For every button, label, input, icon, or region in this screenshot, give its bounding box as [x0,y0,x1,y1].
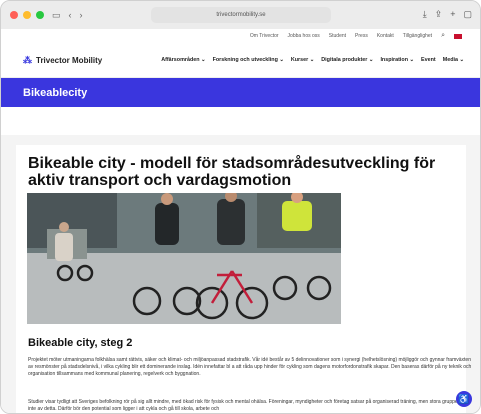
language-flag-icon[interactable] [454,33,462,39]
nav-label: Forskning och utveckling [212,57,278,63]
download-icon[interactable]: ⤓ [423,9,427,20]
nav-item-digitala[interactable]: Digitala produkter ⌄ [321,57,373,63]
nav-label: Inspiration [380,57,408,63]
minimize-window-button[interactable] [23,11,31,19]
logo-mark-icon: ⁂ [23,54,32,65]
nav-item-kurser[interactable]: Kurser ⌄ [291,57,314,63]
tabs-overview-icon[interactable]: ▢ [463,9,472,20]
nav-item-media[interactable]: Media ⌄ [443,57,464,63]
page-title: Bikeable city - modell för stadsområdesu… [28,155,436,189]
browser-actions: ⤓ ⇪ + ▢ [423,9,472,20]
nav-item-inspiration[interactable]: Inspiration ⌄ [380,57,414,63]
section-title: Bikeable city, steg 2 [28,337,133,349]
new-tab-icon[interactable]: + [450,9,455,20]
webpage: Om Trivector Jobba hos oss Student Press… [1,29,480,413]
content-area: Bikeable city - modell för stadsområdesu… [1,135,480,413]
article-card: Bikeable city - modell för stadsområdesu… [16,145,471,413]
nav-item-event[interactable]: Event [421,57,436,63]
browser-window: ▭ ‹ › trivectormobility.se ⤓ ⇪ + ▢ Om Tr… [0,0,481,414]
banner-title: Bikeablecity [23,86,88,99]
share-icon[interactable]: ⇪ [435,9,443,20]
utility-link-jobba[interactable]: Jobba hos oss [288,33,320,39]
accessibility-button[interactable]: ♿ [456,391,472,407]
nav-menu: Affärsområden ⌄ Forskning och utveckling… [161,57,464,63]
utility-bar: Om Trivector Jobba hos oss Student Press… [1,29,480,43]
utility-link-kontakt[interactable]: Kontakt [377,33,394,39]
hero-illustration [27,193,341,324]
paragraph-2: Studier visar tydligt att Sveriges befol… [28,399,469,412]
sidebar-toggle-icon[interactable]: ▭ [52,10,61,21]
nav-label: Media [442,57,458,63]
paragraph-1: Projektet möter utmaningarna folkhälsa s… [28,357,472,377]
back-icon[interactable]: ‹ [69,10,72,20]
utility-link-student[interactable]: Student [329,33,346,39]
address-bar[interactable]: trivectormobility.se [151,7,331,23]
accessibility-icon: ♿ [458,393,470,404]
utility-link-tillganglighet[interactable]: Tillgänglighet [403,33,432,39]
close-window-button[interactable] [10,11,18,19]
browser-toolbar: ▭ ‹ › trivectormobility.se ⤓ ⇪ + ▢ [1,1,480,30]
utility-link-om[interactable]: Om Trivector [250,33,279,39]
logo[interactable]: ⁂ Trivector Mobility [23,55,102,66]
main-navigation: ⁂ Trivector Mobility Affärsområden ⌄ For… [1,43,480,78]
nav-label: Kurser [290,57,309,63]
nav-label: Affärsområden [161,57,200,63]
nav-item-affarsomraden[interactable]: Affärsområden ⌄ [161,57,205,63]
logo-text: Trivector Mobility [36,55,103,65]
page-banner: Bikeablecity [1,78,480,107]
utility-link-press[interactable]: Press [355,33,368,39]
search-icon[interactable]: ⌕ [441,32,445,40]
nav-label: Event [421,57,436,63]
address-bar-url: trivectormobility.se [216,12,266,18]
nav-label: Digitala produkter [321,57,368,63]
zoom-window-button[interactable] [36,11,44,19]
hero-photo-cyclists [27,193,341,324]
nav-item-forskning[interactable]: Forskning och utveckling ⌄ [213,57,284,63]
forward-icon[interactable]: › [80,10,83,20]
window-controls [10,11,44,19]
